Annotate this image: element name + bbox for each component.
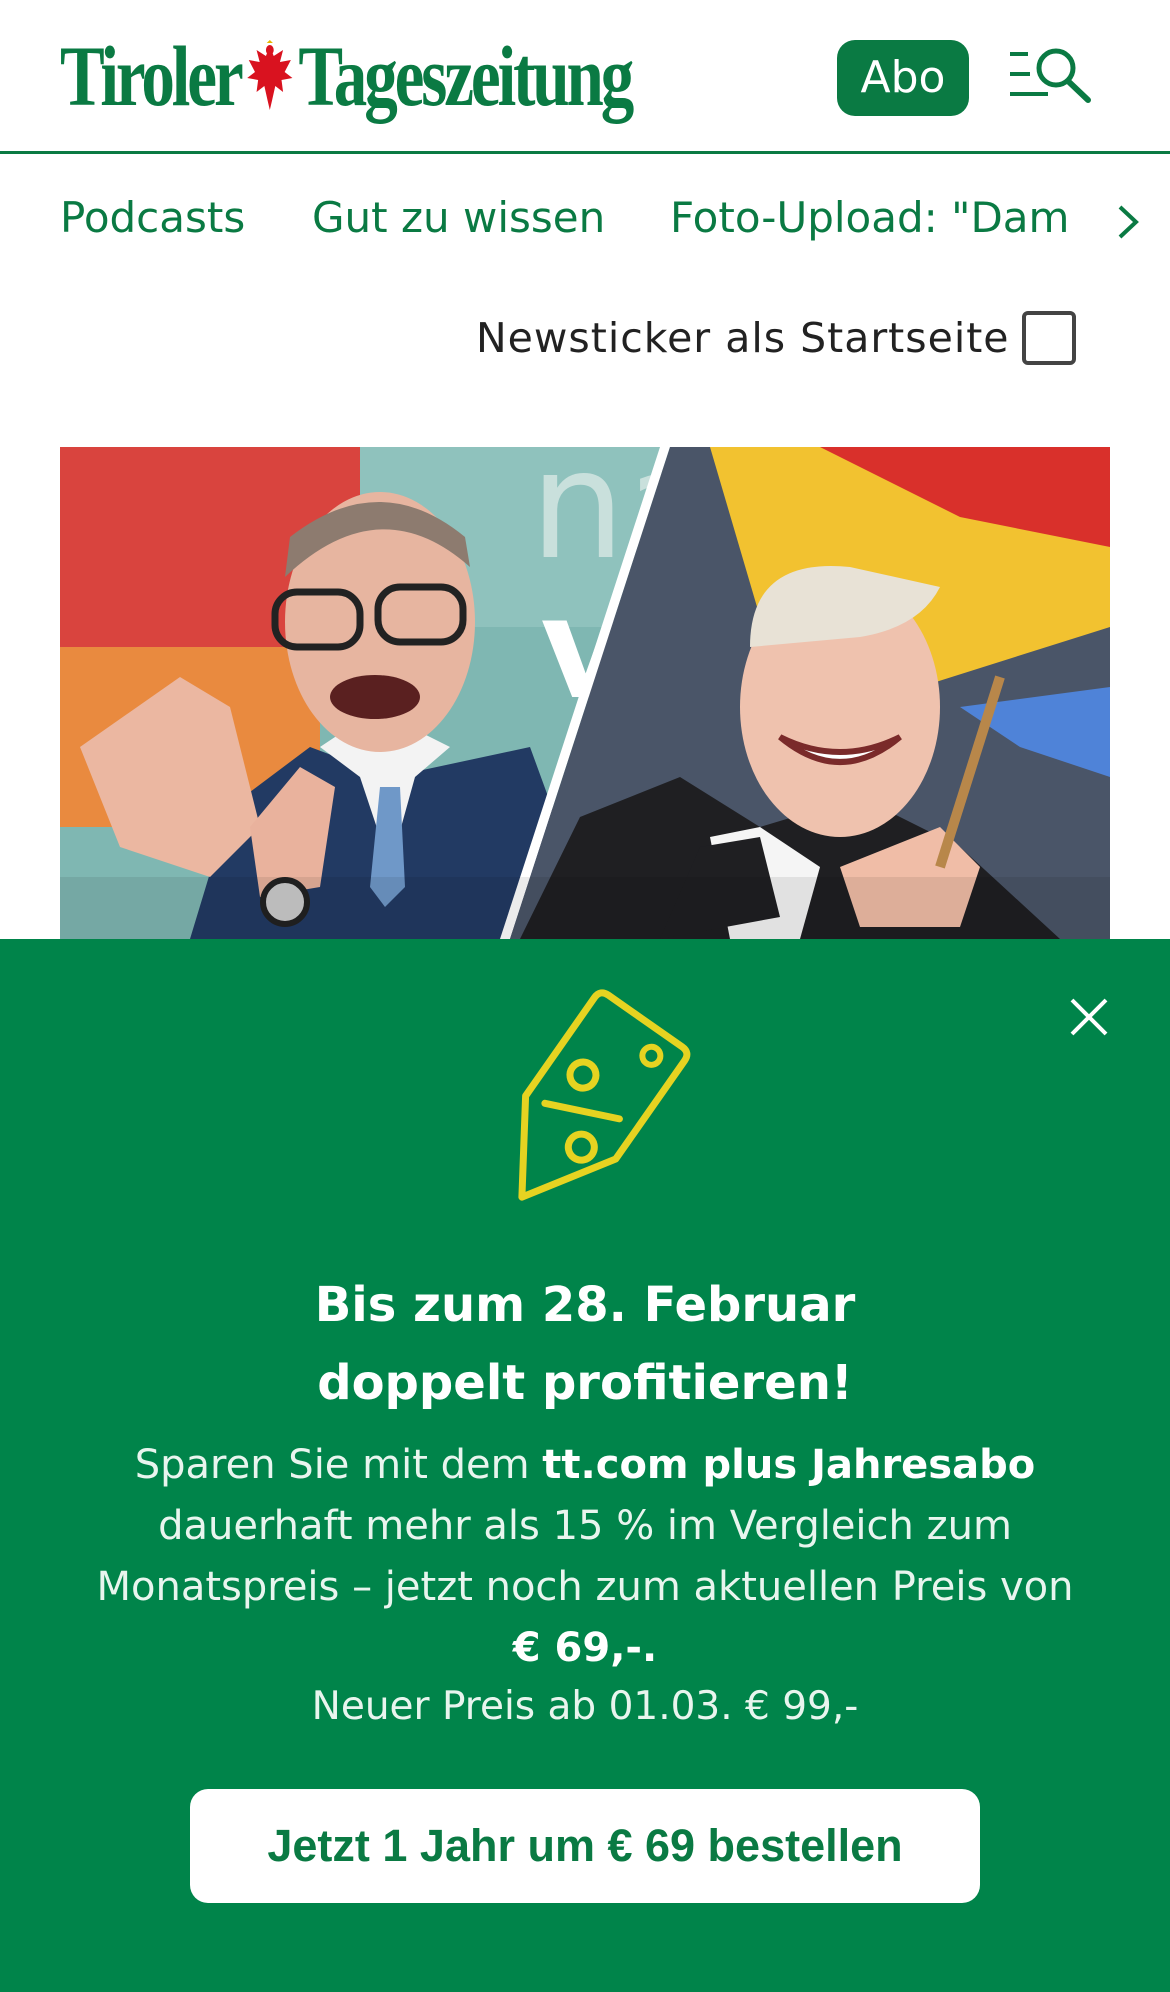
promo-title-line2: doppelt profitieren! <box>317 1355 853 1411</box>
promo-title-line1: Bis zum 28. Februar <box>314 1277 856 1333</box>
newsticker-label: Newsticker als Startseite <box>476 314 1010 362</box>
site-header: Tiroler Tageszeitung Abo <box>0 0 1170 154</box>
logo-text-tageszeitung: Tageszeitung <box>298 28 634 124</box>
hero-photo-illustration: na v <box>60 447 1110 939</box>
promo-body-prefix: Sparen Sie mit dem <box>134 1442 543 1488</box>
chevron-right-icon[interactable] <box>1108 197 1148 247</box>
menu-search-icon[interactable] <box>1008 44 1094 104</box>
order-button[interactable]: Jetzt 1 Jahr um € 69 bestellen <box>190 1789 980 1903</box>
promo-body: Sparen Sie mit dem tt.com plus Jahresabo… <box>85 1435 1085 1679</box>
abo-button[interactable]: Abo <box>837 40 969 116</box>
newsticker-checkbox[interactable] <box>1022 311 1076 365</box>
nav-item-gut-zu-wissen[interactable]: Gut zu wissen <box>312 193 605 242</box>
section-nav: Podcasts Gut zu wissen Foto-Upload: "Dam… <box>0 157 1170 277</box>
promo-body-product: tt.com plus Jahresabo <box>542 1442 1036 1488</box>
site-logo[interactable]: Tiroler Tageszeitung <box>60 28 634 124</box>
logo-text-tiroler: Tiroler <box>60 28 244 124</box>
hero-image[interactable]: na v <box>60 447 1110 939</box>
nav-item-podcasts[interactable]: Podcasts <box>60 193 245 242</box>
promo-note: Neuer Preis ab 01.03. € 99,- <box>311 1684 859 1729</box>
nav-item-foto-upload[interactable]: Foto-Upload: "Damals <box>670 193 1129 242</box>
tyrolean-eagle-icon <box>246 40 293 110</box>
promo-body-price: € 69,-. <box>512 1625 658 1671</box>
promo-body-middle: dauerhaft mehr als 15 % im Vergleich zum… <box>96 1503 1074 1610</box>
discount-tag-icon <box>518 989 691 1201</box>
promo-title: Bis zum 28. Februar doppelt profitieren! <box>85 1266 1085 1422</box>
close-icon[interactable] <box>1066 994 1112 1040</box>
